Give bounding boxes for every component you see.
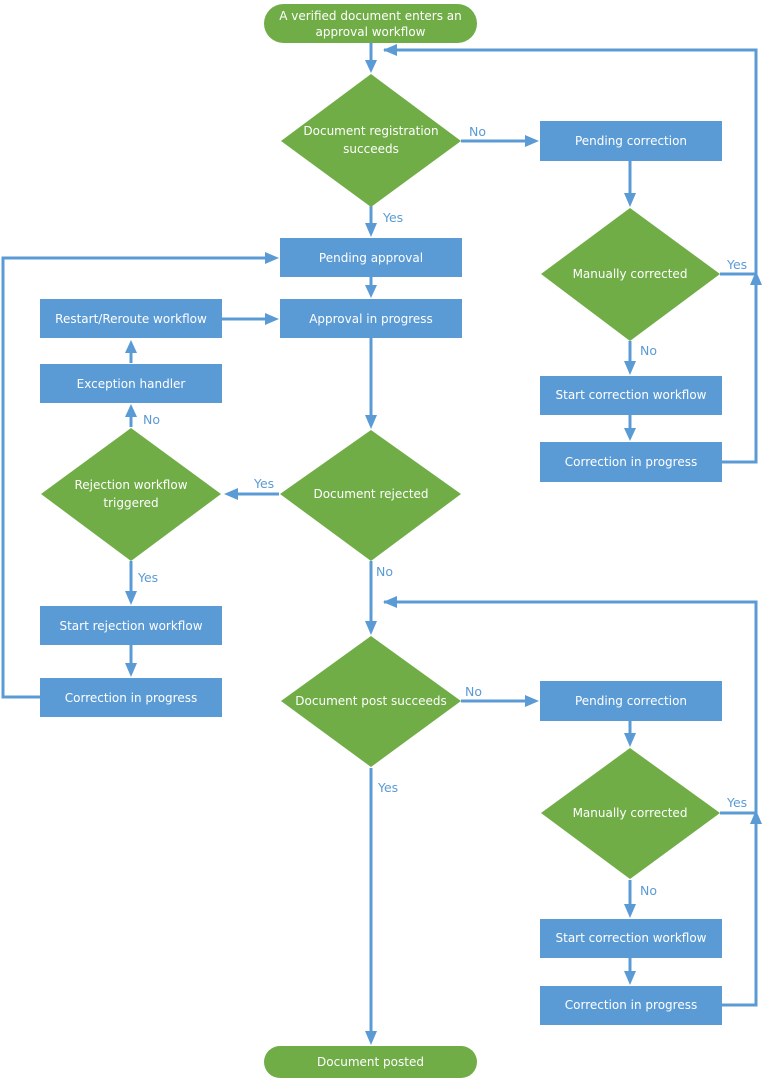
arrow-down-icon <box>365 60 377 73</box>
pending-correction-2-label: Pending correction <box>575 694 687 708</box>
arrow-down-icon <box>365 223 377 237</box>
arrow-right-icon <box>525 135 539 147</box>
arrow-right-icon <box>265 252 279 264</box>
label-rejected-no: No <box>376 564 393 579</box>
arrow-down-icon <box>624 428 636 441</box>
nodes: A verified document enters an approval w… <box>40 4 722 1078</box>
start-terminal-line-2: approval workflow <box>316 25 426 39</box>
manually-corrected-1-decision[interactable]: Manually corrected <box>541 208 720 341</box>
pending-approval[interactable]: Pending approval <box>280 238 462 277</box>
start-correction-workflow-2[interactable]: Start correction workflow <box>540 919 722 958</box>
correction-in-progress-left[interactable]: Correction in progress <box>40 678 222 717</box>
arrow-left-icon <box>224 488 238 500</box>
manually-corrected-2-label: Manually corrected <box>573 806 688 820</box>
post-decision-label: Document post succeeds <box>295 694 446 708</box>
label-manual2-yes: Yes <box>726 795 747 810</box>
rejection-triggered-line-1: Rejection workflow <box>74 478 187 492</box>
pending-correction-1-label: Pending correction <box>575 134 687 148</box>
label-registration-yes: Yes <box>382 210 403 225</box>
arrow-down-icon <box>624 361 636 375</box>
arrow-down-icon <box>125 591 137 605</box>
document-rejected-decision[interactable]: Document rejected <box>280 430 461 561</box>
edge-cip1-return <box>722 284 758 464</box>
arrow-down-icon <box>624 193 636 207</box>
correction-in-progress-2[interactable]: Correction in progress <box>540 986 722 1025</box>
start-terminal-line-1: A verified document enters an <box>279 9 462 23</box>
post-decision[interactable]: Document post succeeds <box>281 636 461 767</box>
correction-in-progress-1-label: Correction in progress <box>565 455 697 469</box>
start-rejection-workflow[interactable]: Start rejection workflow <box>40 606 222 645</box>
arrow-down-icon <box>365 621 377 635</box>
arrow-right-icon <box>525 695 539 707</box>
registration-decision-line-1: Document registration <box>303 124 438 138</box>
registration-decision-line-2: succeeds <box>343 142 399 156</box>
label-manual1-yes: Yes <box>726 257 747 272</box>
arrow-down-icon <box>365 415 377 429</box>
arrow-left-icon <box>383 596 397 608</box>
rejection-triggered-decision[interactable]: Rejection workflow triggered <box>41 428 221 561</box>
label-manual1-no: No <box>640 343 657 358</box>
exception-handler[interactable]: Exception handler <box>40 364 222 403</box>
label-post-yes: Yes <box>377 780 398 795</box>
label-rejected-yes: Yes <box>253 476 274 491</box>
pending-correction-2[interactable]: Pending correction <box>540 681 722 721</box>
correction-in-progress-2-label: Correction in progress <box>565 998 697 1012</box>
arrow-up-icon <box>125 404 137 417</box>
approval-workflow-flowchart: A verified document enters an approval w… <box>1 4 762 1078</box>
registration-decision[interactable]: Document registration succeeds <box>281 74 461 207</box>
start-rejection-workflow-label: Start rejection workflow <box>59 619 202 633</box>
arrow-left-icon <box>383 44 397 56</box>
arrow-up-icon <box>125 340 137 353</box>
arrowheads <box>125 44 762 1045</box>
start-correction-workflow-1-label: Start correction workflow <box>556 388 707 402</box>
document-rejected-label: Document rejected <box>313 487 428 501</box>
approval-in-progress[interactable]: Approval in progress <box>280 299 462 338</box>
start-terminal[interactable]: A verified document enters an approval w… <box>264 4 477 43</box>
label-registration-no: No <box>469 124 486 139</box>
end-terminal[interactable]: Document posted <box>264 1046 477 1078</box>
correction-in-progress-1[interactable]: Correction in progress <box>540 442 722 482</box>
start-correction-workflow-2-label: Start correction workflow <box>556 931 707 945</box>
start-correction-workflow-1[interactable]: Start correction workflow <box>540 376 722 415</box>
pending-correction-1[interactable]: Pending correction <box>540 121 722 161</box>
arrow-down-icon <box>365 1031 377 1045</box>
end-terminal-label: Document posted <box>317 1055 424 1069</box>
label-manual2-no: No <box>640 883 657 898</box>
approval-in-progress-label: Approval in progress <box>309 312 433 326</box>
label-triggered-yes: Yes <box>137 570 158 585</box>
restart-reroute-label: Restart/Reroute workflow <box>55 312 207 326</box>
correction-in-progress-left-label: Correction in progress <box>65 691 197 705</box>
arrow-right-icon <box>265 313 279 325</box>
label-triggered-no: No <box>143 412 160 427</box>
restart-reroute-workflow[interactable]: Restart/Reroute workflow <box>40 299 222 338</box>
manually-corrected-1-label: Manually corrected <box>573 267 688 281</box>
exception-handler-label: Exception handler <box>77 377 186 391</box>
arrow-down-icon <box>624 971 636 985</box>
arrow-down-icon <box>624 904 636 918</box>
edge-cip2-return <box>722 823 758 1007</box>
arrow-down-icon <box>125 663 137 677</box>
manually-corrected-2-decision[interactable]: Manually corrected <box>541 748 720 879</box>
rejection-triggered-line-2: triggered <box>103 496 158 510</box>
pending-approval-label: Pending approval <box>319 251 423 265</box>
arrow-down-icon <box>365 285 377 298</box>
arrow-down-icon <box>624 733 636 747</box>
label-post-no: No <box>465 684 482 699</box>
